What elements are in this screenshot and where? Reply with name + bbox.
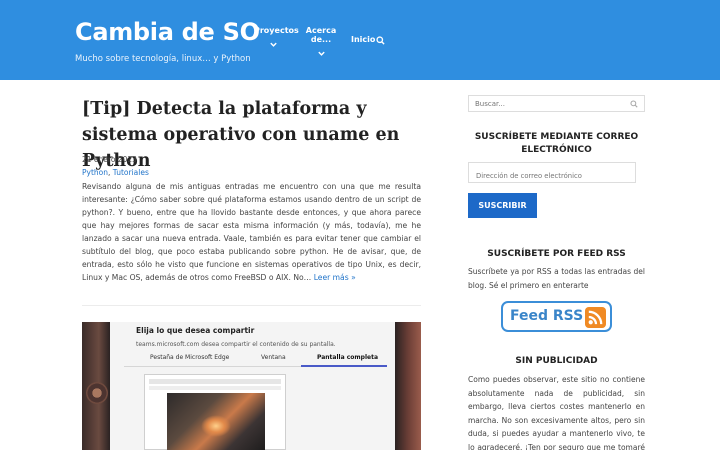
rss-heading: SUSCRÍBETE POR FEED RSS — [487, 249, 626, 259]
image-background-right — [395, 322, 421, 450]
search-icon[interactable] — [376, 36, 385, 45]
site-tagline: Mucho sobre tecnología, linux… y Python — [75, 54, 251, 64]
rss-badge-label: Feed RSS — [510, 308, 584, 324]
search-icon[interactable] — [630, 100, 638, 108]
nav-item-projects[interactable]: Proyectos — [254, 26, 299, 49]
no-ads-text: Como puedes observar, este sitio no cont… — [468, 375, 645, 450]
dialog-title: Elija lo que desea compartir — [136, 326, 255, 335]
image-background-left — [82, 322, 110, 450]
active-tab-indicator — [301, 365, 387, 367]
dialog-subtitle: teams.microsoft.com desea compartir el c… — [136, 341, 336, 348]
dialog-tab-window: Ventana — [261, 354, 286, 361]
rss-icon — [585, 307, 606, 328]
rss-feed-button[interactable]: Feed RSS — [501, 301, 612, 332]
post-date: 21 enero 2023 — [82, 155, 137, 164]
subscribe-email-heading: SUSCRÍBETE MEDIANTE CORREO ELECTRÓNICO — [474, 132, 639, 155]
rss-description: Suscríbete ya por RSS a todas las entrad… — [468, 267, 645, 290]
subscribe-button[interactable]: SUSCRIBIR — [468, 193, 537, 218]
chevron-down-icon — [317, 51, 325, 56]
chevron-down-icon — [269, 42, 277, 47]
share-dialog-image: Elija lo que desea compartir teams.micro… — [110, 322, 395, 450]
no-ads-heading: SIN PUBLICIDAD — [515, 356, 598, 366]
sidebar-search — [468, 95, 645, 112]
post-featured-image[interactable]: Elija lo que desea compartir teams.micro… — [82, 322, 421, 450]
category-link-tutoriales[interactable]: Tutoriales — [113, 168, 149, 177]
nav-item-home[interactable]: Inicio — [351, 35, 375, 44]
dialog-tab-fullscreen: Pantalla completa — [317, 354, 378, 361]
nav-item-label: Proyectos — [254, 26, 299, 35]
dialog-tab-edge: Pestaña de Microsoft Edge — [150, 354, 230, 361]
nav-item-about[interactable]: Acerca de... — [299, 26, 343, 58]
site-title[interactable]: Cambia de SO — [75, 18, 260, 46]
post-excerpt: Revisando alguna de mis antiguas entrada… — [82, 180, 421, 284]
email-field[interactable] — [469, 166, 635, 186]
search-input[interactable] — [469, 96, 624, 111]
divider — [82, 305, 421, 306]
post-excerpt-text: Revisando alguna de mis antiguas entrada… — [82, 182, 421, 282]
email-field-wrap — [468, 162, 636, 186]
site-header: Cambia de SO Mucho sobre tecnología, lin… — [0, 0, 720, 80]
read-more-link[interactable]: Leer más » — [314, 273, 356, 282]
screen-preview — [144, 374, 286, 450]
nav-item-label: Acerca de... — [305, 26, 337, 44]
post-categories: Python, Tutoriales — [82, 168, 149, 177]
category-link-python[interactable]: Python — [82, 168, 108, 177]
